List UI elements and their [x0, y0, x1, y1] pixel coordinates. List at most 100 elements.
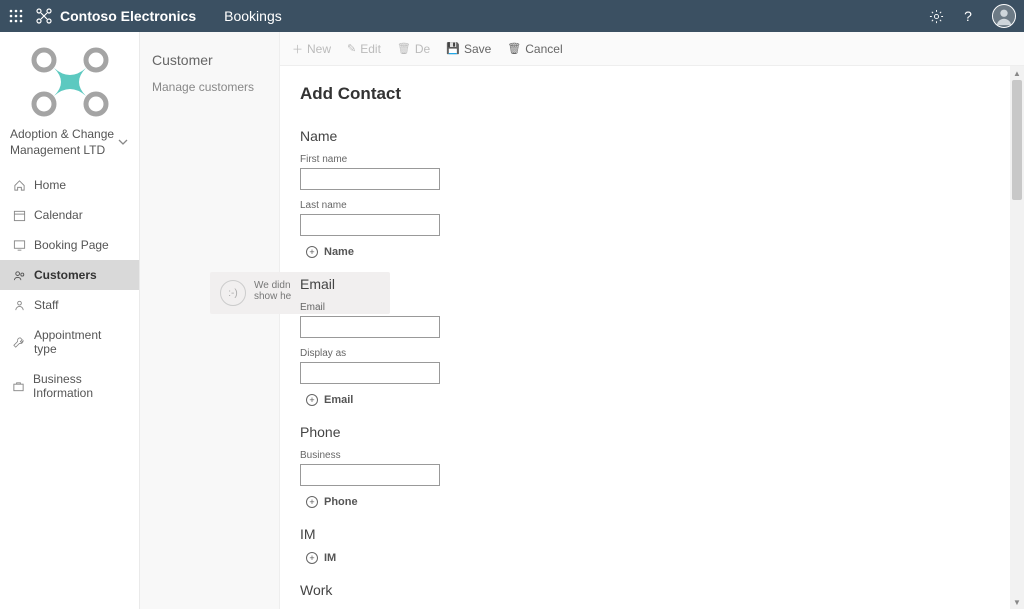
gear-icon	[929, 9, 944, 24]
add-name-button[interactable]: + Name	[306, 246, 1004, 258]
plus-circle-icon: +	[306, 394, 318, 406]
add-phone-button[interactable]: + Phone	[306, 496, 1004, 508]
toolbar-label: Save	[464, 42, 491, 56]
last-name-input[interactable]	[300, 214, 440, 236]
add-email-button[interactable]: + Email	[306, 394, 1004, 406]
first-name-input[interactable]	[300, 168, 440, 190]
section-title: Work	[300, 582, 1004, 598]
app-name: Bookings	[224, 8, 282, 24]
person-icon	[12, 299, 26, 312]
add-row-label: IM	[324, 552, 336, 564]
section-email: Email Email Display as + Email	[300, 276, 1004, 406]
email-input[interactable]	[300, 316, 440, 338]
plus-icon: ＋	[292, 41, 303, 57]
help-button[interactable]: ?	[952, 0, 984, 32]
nav-item-label: Customers	[34, 268, 97, 282]
nav-item-calendar[interactable]: Calendar	[0, 200, 139, 230]
nav-item-staff[interactable]: Staff	[0, 290, 139, 320]
scroll-up-arrow-icon[interactable]: ▲	[1010, 66, 1024, 80]
first-name-label: First name	[300, 154, 1004, 165]
customer-list-column: Customer Manage customers :-) We didn sh…	[140, 32, 280, 609]
toolbar-label: New	[307, 42, 331, 56]
nav-item-appointment-type[interactable]: Appointment type	[0, 320, 139, 364]
column-header: Customer	[140, 32, 279, 76]
main-area: ＋ New ✎ Edit 🗑 De 💾 Save 🗑 Cancel Ad	[280, 32, 1024, 609]
nav-item-customers[interactable]: Customers	[0, 260, 139, 290]
toolbar-edit-button[interactable]: ✎ Edit	[339, 32, 389, 65]
add-row-label: Phone	[324, 496, 358, 508]
manage-customers-link[interactable]: Manage customers	[140, 76, 279, 98]
people-icon	[12, 269, 26, 282]
brand-logo-icon	[36, 8, 52, 24]
section-title: Phone	[300, 424, 1004, 440]
brand-name: Contoso Electronics	[60, 8, 196, 24]
display-as-input[interactable]	[300, 362, 440, 384]
settings-button[interactable]	[920, 0, 952, 32]
nav-item-label: Business Information	[33, 372, 127, 400]
add-im-button[interactable]: + IM	[306, 552, 1004, 564]
save-icon: 💾	[446, 42, 460, 55]
toolbar: ＋ New ✎ Edit 🗑 De 💾 Save 🗑 Cancel	[280, 32, 1024, 66]
body: Adoption & Change Management LTD Home Ca…	[0, 32, 1024, 609]
section-title: Email	[300, 276, 1004, 292]
left-nav: Adoption & Change Management LTD Home Ca…	[0, 32, 140, 609]
smiley-icon: :-)	[220, 280, 246, 306]
chevron-down-icon	[117, 136, 129, 148]
scroll-thumb[interactable]	[1012, 80, 1022, 200]
avatar-icon	[993, 4, 1015, 28]
nav-items: Home Calendar Booking Page Customers Sta…	[0, 170, 139, 408]
nav-item-business-information[interactable]: Business Information	[0, 364, 139, 408]
briefcase-icon	[12, 380, 25, 393]
nav-item-home[interactable]: Home	[0, 170, 139, 200]
vertical-scrollbar[interactable]: ▲ ▼	[1010, 66, 1024, 609]
business-logo	[0, 32, 139, 126]
section-name: Name First name Last name + Name	[300, 128, 1004, 258]
nav-item-label: Booking Page	[34, 238, 109, 252]
toolbar-cancel-button[interactable]: 🗑 Cancel	[499, 32, 570, 65]
panel-scroll: Add Contact Name First name Last name + …	[280, 66, 1024, 609]
trash-icon: 🗑	[507, 42, 521, 55]
nav-item-label: Appointment type	[34, 328, 127, 356]
plus-circle-icon: +	[306, 496, 318, 508]
plus-circle-icon: +	[306, 246, 318, 258]
home-icon	[12, 179, 26, 192]
section-phone: Phone Business + Phone	[300, 424, 1004, 508]
monitor-icon	[12, 239, 26, 252]
calendar-icon	[12, 209, 26, 222]
toolbar-label: De	[415, 42, 430, 56]
section-im: IM + IM	[300, 526, 1004, 564]
display-as-label: Display as	[300, 348, 1004, 359]
nav-item-label: Home	[34, 178, 66, 192]
toolbar-save-button[interactable]: 💾 Save	[438, 32, 499, 65]
section-title: IM	[300, 526, 1004, 542]
business-phone-input[interactable]	[300, 464, 440, 486]
last-name-label: Last name	[300, 200, 1004, 211]
user-avatar[interactable]	[992, 4, 1016, 28]
business-switcher[interactable]: Adoption & Change Management LTD	[0, 126, 139, 166]
toolbar-delete-button[interactable]: 🗑 De	[389, 32, 438, 65]
pencil-icon: ✎	[347, 42, 356, 55]
scroll-track[interactable]	[1012, 80, 1022, 595]
wrench-icon	[12, 336, 26, 349]
toolbar-new-button[interactable]: ＋ New	[284, 32, 339, 65]
nav-item-booking-page[interactable]: Booking Page	[0, 230, 139, 260]
add-row-label: Name	[324, 246, 354, 258]
app-launcher-button[interactable]	[0, 0, 32, 32]
panel-title: Add Contact	[300, 84, 1004, 104]
nav-item-label: Staff	[34, 298, 58, 312]
business-phone-label: Business	[300, 450, 1004, 461]
add-row-label: Email	[324, 394, 353, 406]
trash-icon: 🗑	[397, 42, 411, 55]
business-name: Adoption & Change Management LTD	[10, 126, 117, 158]
email-label: Email	[300, 302, 1004, 313]
plus-circle-icon: +	[306, 552, 318, 564]
topbar: Contoso Electronics Bookings ?	[0, 0, 1024, 32]
section-work: Work	[300, 582, 1004, 598]
section-title: Name	[300, 128, 1004, 144]
question-icon: ?	[964, 8, 972, 24]
add-contact-panel: Add Contact Name First name Last name + …	[280, 66, 1024, 609]
scroll-down-arrow-icon[interactable]: ▼	[1010, 595, 1024, 609]
nav-item-label: Calendar	[34, 208, 83, 222]
toolbar-label: Edit	[360, 42, 381, 56]
toolbar-label: Cancel	[525, 42, 562, 56]
